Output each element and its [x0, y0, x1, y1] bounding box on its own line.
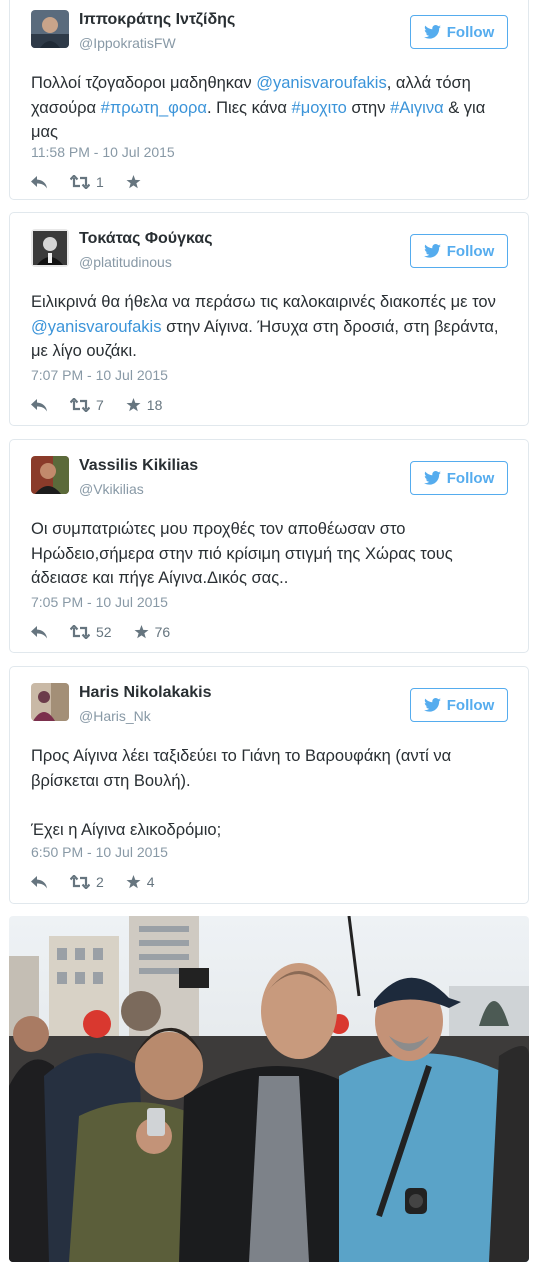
- reply-icon: [31, 875, 47, 888]
- hashtag-link[interactable]: #μοχιτο: [292, 99, 347, 117]
- twitter-bird-icon: [423, 244, 441, 258]
- user-handle[interactable]: @Haris_Nk: [79, 708, 151, 724]
- hashtag-link[interactable]: #Αιγινα: [390, 99, 444, 117]
- favorite-button[interactable]: 76: [134, 624, 171, 640]
- avatar[interactable]: [31, 683, 69, 721]
- tweet-actions: 2 4: [31, 874, 177, 890]
- tweet-card: Haris Nikolakakis @Haris_Nk Follow Προς …: [9, 666, 529, 904]
- star-icon: [126, 875, 141, 889]
- user-name[interactable]: Haris Nikolakakis: [79, 684, 212, 702]
- retweet-icon: [70, 398, 90, 412]
- star-icon: [126, 175, 141, 189]
- tweet-actions: 1: [31, 174, 169, 190]
- tweet-actions: 52 76: [31, 624, 192, 640]
- follow-button[interactable]: Follow: [410, 15, 508, 49]
- text-blank-line: [31, 793, 511, 818]
- tweet-text: Οι συμπατριώτες μου προχθές τον αποθέωσα…: [31, 517, 511, 591]
- text-line: άδειασε και πήγε Αίγινα.Δικός σας..: [31, 569, 289, 587]
- tweet-card: Ιπποκράτης Ιντζίδης @IppokratisFW Follow…: [9, 0, 529, 200]
- text-segment: Πολλοί τζογαδοροι μαδηθηκαν: [31, 74, 257, 92]
- reply-button[interactable]: [31, 398, 48, 412]
- text-line: Οι συμπατριώτες μου προχθές τον αποθέωσα…: [31, 520, 406, 538]
- follow-button[interactable]: Follow: [410, 234, 508, 268]
- timestamp[interactable]: 11:58 PM - 10 Jul 2015: [31, 144, 175, 160]
- retweet-button[interactable]: 52: [70, 624, 112, 640]
- retweet-icon: [70, 875, 90, 889]
- follow-button[interactable]: Follow: [410, 461, 508, 495]
- reply-button[interactable]: [31, 175, 48, 189]
- user-name[interactable]: Vassilis Kikilias: [79, 457, 198, 475]
- reply-icon: [31, 398, 47, 411]
- text-line: Ηρώδειο,σήμερα στην πιό κρίσιμη στιγμή τ…: [31, 544, 453, 563]
- favorite-button[interactable]: [126, 175, 147, 189]
- star-icon: [134, 625, 149, 639]
- news-photo: [9, 916, 529, 1262]
- reply-button[interactable]: [31, 875, 48, 889]
- tweet-card: Τοκάτας Φούγκας @platitudinous Follow Ει…: [9, 212, 529, 426]
- retweet-button[interactable]: 1: [70, 174, 104, 190]
- reply-icon: [31, 625, 47, 638]
- retweet-icon: [70, 175, 90, 189]
- retweet-count: 2: [96, 874, 104, 890]
- retweet-icon: [70, 625, 90, 639]
- tweet-text: Πολλοί τζογαδοροι μαδηθηκαν @yanisvarouf…: [31, 71, 511, 145]
- follow-label: Follow: [446, 23, 495, 41]
- retweet-count: 1: [96, 174, 104, 190]
- user-handle[interactable]: @IppokratisFW: [79, 35, 176, 51]
- avatar[interactable]: [31, 10, 69, 48]
- tweet-text: Ειλικρινά θα ήθελα να περάσω τις καλοκαι…: [31, 290, 511, 364]
- tweet-text: Προς Αίγινα λέει ταξιδεύει το Γιάνη το Β…: [31, 744, 511, 842]
- hashtag-link[interactable]: #πρωτη_φορα: [101, 99, 207, 117]
- text-line: Έχει η Αίγινα ελικοδρόμιο;: [31, 820, 222, 839]
- favorite-count: 18: [146, 397, 163, 413]
- retweet-button[interactable]: 7: [70, 397, 104, 413]
- text-segment: Ειλικρινά θα ήθελα να περάσω τις καλοκαι…: [31, 293, 496, 311]
- user-handle[interactable]: @platitudinous: [79, 254, 172, 270]
- user-handle[interactable]: @Vkikilias: [79, 481, 144, 497]
- avatar[interactable]: [31, 456, 69, 494]
- follow-button[interactable]: Follow: [410, 688, 508, 722]
- text-segment: στην: [346, 98, 391, 117]
- retweet-count: 7: [96, 397, 104, 413]
- favorite-button[interactable]: 4: [126, 874, 155, 890]
- favorite-count: 76: [154, 624, 171, 640]
- favorite-count: 4: [146, 874, 155, 890]
- timestamp[interactable]: 6:50 PM - 10 Jul 2015: [31, 844, 168, 860]
- mention-link[interactable]: @yanisvaroufakis: [256, 74, 386, 92]
- twitter-bird-icon: [423, 471, 441, 485]
- retweet-button[interactable]: 2: [70, 874, 104, 890]
- timestamp[interactable]: 7:07 PM - 10 Jul 2015: [31, 367, 168, 383]
- follow-label: Follow: [446, 242, 495, 260]
- mention-link[interactable]: @yanisvaroufakis: [31, 318, 161, 336]
- text-line: Προς Αίγινα λέει ταξιδεύει το Γιάνη το Β…: [31, 747, 452, 765]
- twitter-bird-icon: [423, 25, 441, 39]
- reply-icon: [31, 175, 47, 188]
- retweet-count: 52: [96, 624, 112, 640]
- follow-label: Follow: [446, 469, 495, 487]
- user-name[interactable]: Τοκάτας Φούγκας: [79, 230, 213, 248]
- reply-button[interactable]: [31, 625, 48, 639]
- user-name[interactable]: Ιπποκράτης Ιντζίδης: [79, 11, 235, 29]
- favorite-button[interactable]: 18: [126, 397, 163, 413]
- twitter-bird-icon: [423, 698, 441, 712]
- text-line: βρίσκεται στη Βουλή).: [31, 771, 191, 790]
- tweet-actions: 7 18: [31, 397, 184, 413]
- tweet-card: Vassilis Kikilias @Vkikilias Follow Οι σ…: [9, 439, 529, 653]
- star-icon: [126, 398, 141, 412]
- text-segment: . Πιες κάνα: [206, 98, 292, 117]
- follow-label: Follow: [446, 696, 495, 714]
- timestamp[interactable]: 7:05 PM - 10 Jul 2015: [31, 594, 168, 610]
- avatar[interactable]: [31, 229, 69, 267]
